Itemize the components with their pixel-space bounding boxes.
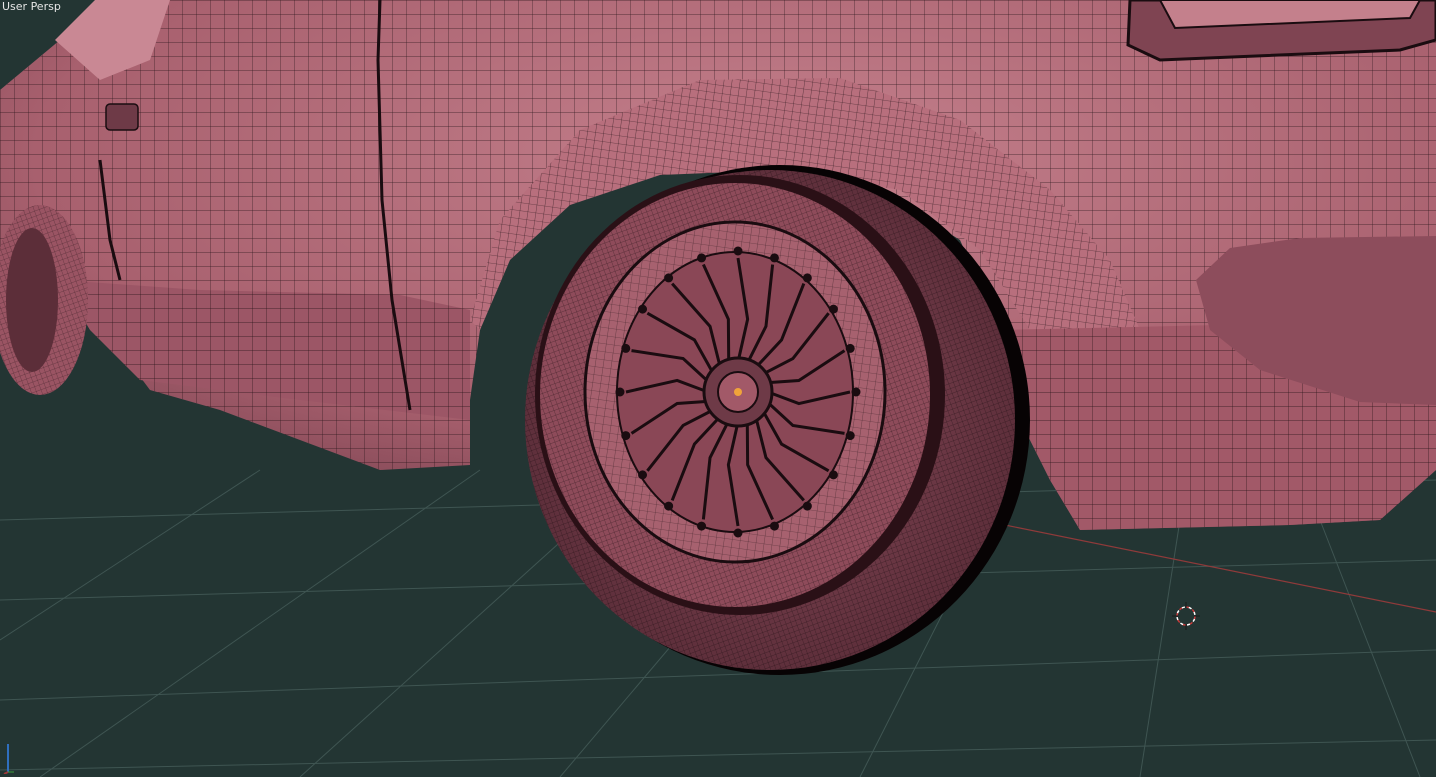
rim-bolt [615,387,625,397]
viewport-scene[interactable] [0,0,1436,777]
3d-cursor-icon[interactable] [1172,602,1200,630]
rim-bolt [851,387,861,397]
rim-bolt [664,501,674,511]
rim-bolt [621,343,631,353]
rim-bolt [638,304,648,314]
rim-bolt [769,253,779,263]
rim-bolt [621,431,631,441]
3d-viewport[interactable]: User Persp [0,0,1436,777]
rim-bolt [802,501,812,511]
view-mode-label: User Persp [2,0,61,13]
rim-bolt [845,343,855,353]
rim-bolt [828,470,838,480]
rim-bolt [638,470,648,480]
rim-bolt [664,273,674,283]
rear-wheel-mesh[interactable] [525,165,1030,675]
x-axis-line [989,521,1436,613]
rim-bolt [828,304,838,314]
hub-origin-dot [734,388,742,396]
rim-bolt [769,521,779,531]
rim-bolt [697,521,707,531]
axis-gizmo-icon [3,744,14,774]
rim-bolt [845,431,855,441]
rim-bolt [802,273,812,283]
rim-bolt [733,528,743,538]
rim-bolt [697,253,707,263]
rim-bolt [733,246,743,256]
